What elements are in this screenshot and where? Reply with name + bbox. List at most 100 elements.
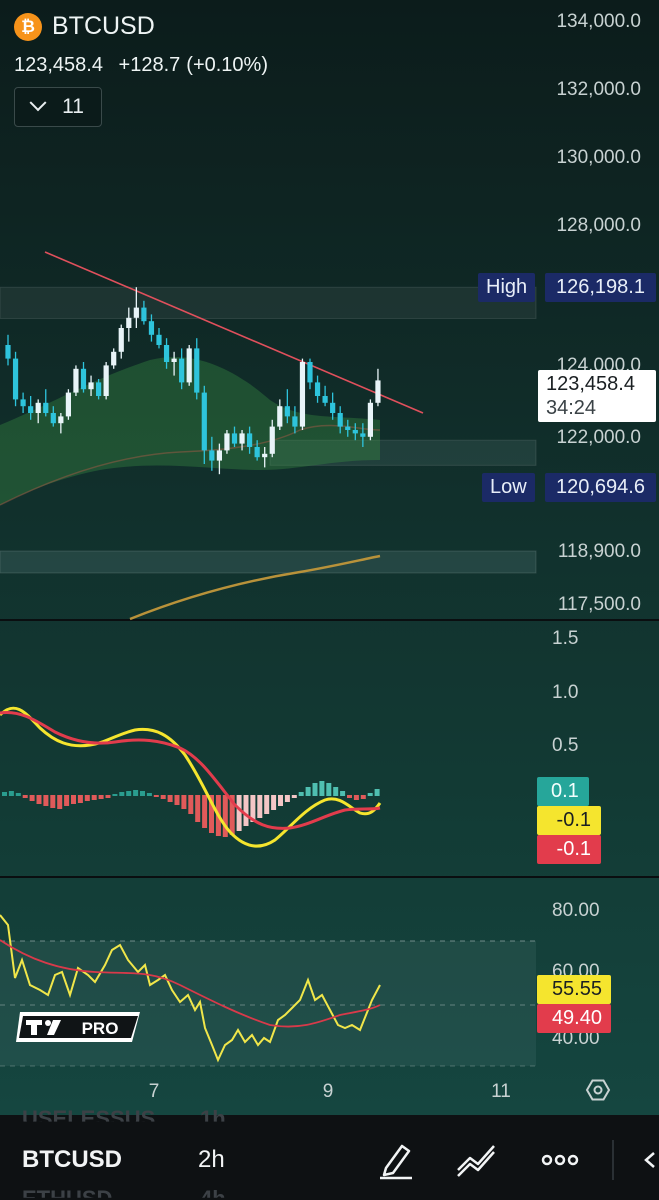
candle-body	[254, 447, 260, 458]
macd-histogram-bar	[91, 795, 97, 800]
symbol-header[interactable]: ₿ BTCUSD	[14, 12, 155, 41]
candle-body	[156, 334, 162, 345]
macd-histogram-bar	[112, 794, 118, 796]
candle-body	[133, 307, 139, 318]
macd-line-value: -0.1	[537, 806, 601, 835]
candle-body	[262, 453, 268, 458]
candle-body	[80, 368, 87, 390]
candle-body	[126, 317, 132, 328]
candle-body	[367, 402, 373, 437]
candle-body	[163, 345, 170, 362]
price-change: +128.7	[118, 54, 181, 76]
time-axis-label: 9	[323, 1081, 334, 1102]
candle-body	[5, 345, 11, 359]
symbol-name[interactable]: BTCUSD	[52, 12, 155, 41]
macd-histogram-bar	[188, 795, 194, 814]
chart-canvas[interactable]: 134,000.0132,000.0130,000.0128,000.0124,…	[0, 0, 659, 1115]
rsi-ma-value: 49.40	[537, 1004, 611, 1033]
chevron-down-icon	[29, 94, 47, 112]
macd-histogram-bar	[374, 789, 380, 796]
candle-body	[352, 430, 358, 434]
pane-divider	[0, 619, 659, 621]
price-axis-label: 122,000.0	[556, 427, 641, 448]
candle-body	[141, 307, 147, 322]
trend-line-icon[interactable]	[454, 1140, 500, 1178]
low-value: 120,694.6	[545, 473, 656, 502]
macd-histogram-bar	[236, 795, 242, 831]
rsi-value: 55.55	[537, 975, 611, 1004]
macd-histogram-bar	[50, 795, 56, 808]
rsi-band	[0, 941, 536, 1066]
macd-histogram-bar	[119, 792, 125, 796]
pane-divider	[0, 876, 659, 878]
macd-histogram-bar	[2, 792, 7, 796]
settings-hexagon-icon[interactable]	[585, 1079, 611, 1101]
indicator-count: 11	[62, 95, 84, 118]
low-label: Low	[482, 473, 535, 502]
price-change-pct: (+0.10%)	[186, 54, 268, 76]
time-axis-label: 7	[149, 1081, 160, 1102]
candle-body	[65, 392, 71, 417]
macd-histogram-bar	[84, 795, 90, 801]
macd-histogram-bar	[257, 795, 263, 818]
pencil-icon[interactable]	[376, 1138, 416, 1180]
macd-histogram-bar	[146, 793, 152, 796]
macd-histogram-bar	[140, 791, 145, 796]
candle-body	[375, 380, 381, 403]
candle-body	[148, 321, 155, 335]
macd-axis-label: 1.5	[552, 628, 578, 649]
macd-histogram-bar	[305, 787, 311, 796]
candle-body	[179, 358, 185, 383]
macd-histogram-bar	[278, 795, 283, 806]
chart-area[interactable]: 134,000.0 132,000.0 130,000.0 128,000.0 124,…	[0, 0, 659, 1115]
price-quote: 123,458.4 +128.7 (+0.10%)	[14, 54, 278, 77]
macd-histogram-bar	[195, 795, 201, 822]
macd-histogram-bar	[64, 795, 70, 806]
macd-histogram-bar	[153, 795, 159, 797]
candle-body	[299, 362, 306, 427]
macd-histogram-bar	[340, 791, 346, 796]
macd-histogram-bar	[264, 795, 270, 814]
candle-body	[224, 433, 230, 451]
macd-histogram-bar	[367, 793, 373, 796]
candle-body	[194, 348, 200, 393]
lower-zone	[0, 550, 537, 574]
candle-body	[247, 433, 253, 447]
macd-histogram-bar	[105, 795, 111, 798]
more-icon[interactable]	[540, 1150, 580, 1170]
price-axis-label: 130,000.0	[556, 147, 641, 168]
bitcoin-icon: ₿	[14, 12, 42, 41]
macd-histogram-bar	[22, 795, 28, 798]
macd-histogram-bar	[360, 795, 366, 799]
macd-histogram-bar	[202, 795, 208, 828]
price-axis-label: 128,000.0	[556, 215, 641, 236]
settings-hexagon-center	[593, 1085, 603, 1095]
macd-histogram-bar	[36, 795, 42, 804]
toolbar-divider	[612, 1140, 614, 1180]
bar-countdown: 34:24	[546, 397, 597, 419]
candle-body	[111, 351, 117, 366]
macd-histogram-bar	[126, 791, 132, 796]
candle-body	[43, 402, 49, 413]
candle-body	[58, 416, 64, 424]
indicators-toggle-button[interactable]: 11	[14, 87, 102, 127]
interval-button[interactable]: 2h	[198, 1146, 225, 1174]
candle-body	[209, 450, 215, 461]
macd-histogram-bar	[298, 792, 304, 796]
collapse-icon[interactable]	[640, 1150, 659, 1170]
candle-body	[171, 358, 177, 362]
candle-body	[12, 358, 19, 400]
macd-histogram-bar	[319, 781, 325, 796]
candle-body	[73, 368, 79, 393]
macd-histogram-bar	[181, 795, 187, 809]
candle-body	[186, 348, 192, 383]
active-symbol-button[interactable]: BTCUSD	[22, 1146, 122, 1174]
candle-body	[360, 433, 366, 437]
candle-body	[269, 426, 275, 454]
macd-histogram-bar	[160, 795, 166, 799]
macd-histogram-bar	[271, 795, 277, 810]
macd-axis-label: 1.0	[552, 682, 578, 703]
macd-histogram-bar	[29, 795, 35, 801]
candle-body	[277, 406, 283, 427]
price-axis-label: 132,000.0	[556, 79, 641, 100]
